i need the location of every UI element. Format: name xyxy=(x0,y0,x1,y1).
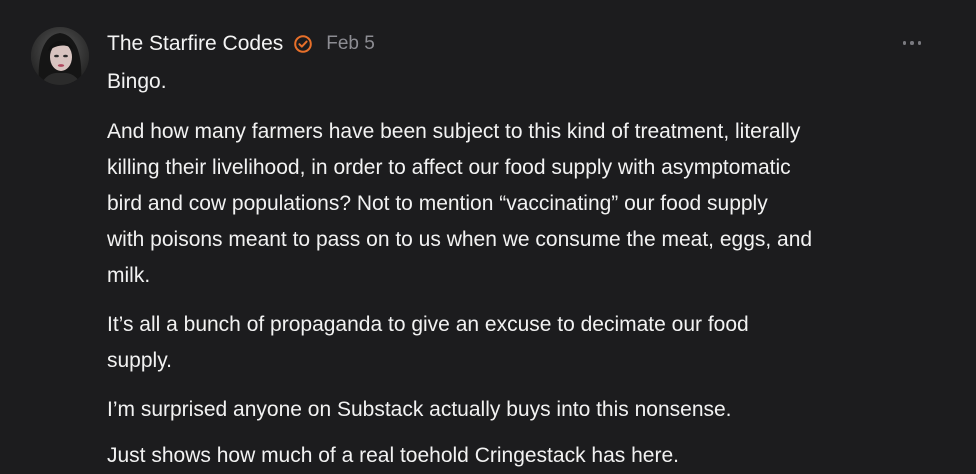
comment-date[interactable]: Feb 5 xyxy=(326,33,375,55)
dot xyxy=(910,41,914,45)
dot xyxy=(902,41,907,45)
comment-paragraph: I’m surprised anyone on Substack actuall… xyxy=(107,398,732,421)
verified-check-icon xyxy=(293,34,313,54)
more-horizontal-icon[interactable] xyxy=(898,34,926,52)
comment-paragraph: And how many farmers have been subject t… xyxy=(107,120,813,287)
author-name[interactable]: The Starfire Codes xyxy=(107,32,283,56)
comment-header: The Starfire Codes Feb 5 xyxy=(107,29,375,59)
comment: The Starfire Codes Feb 5 Bingo. And how … xyxy=(0,0,976,467)
comment-paragraph: It’s all a bunch of propaganda to give a… xyxy=(107,313,749,372)
avatar[interactable] xyxy=(31,27,89,85)
comment-paragraph: Just shows how much of a real toehold Cr… xyxy=(107,444,679,467)
dot xyxy=(917,41,922,45)
comment-body: Bingo. And how many farmers have been su… xyxy=(107,64,947,474)
avatar-image xyxy=(31,27,89,85)
comment-paragraph: Bingo. xyxy=(107,70,167,93)
